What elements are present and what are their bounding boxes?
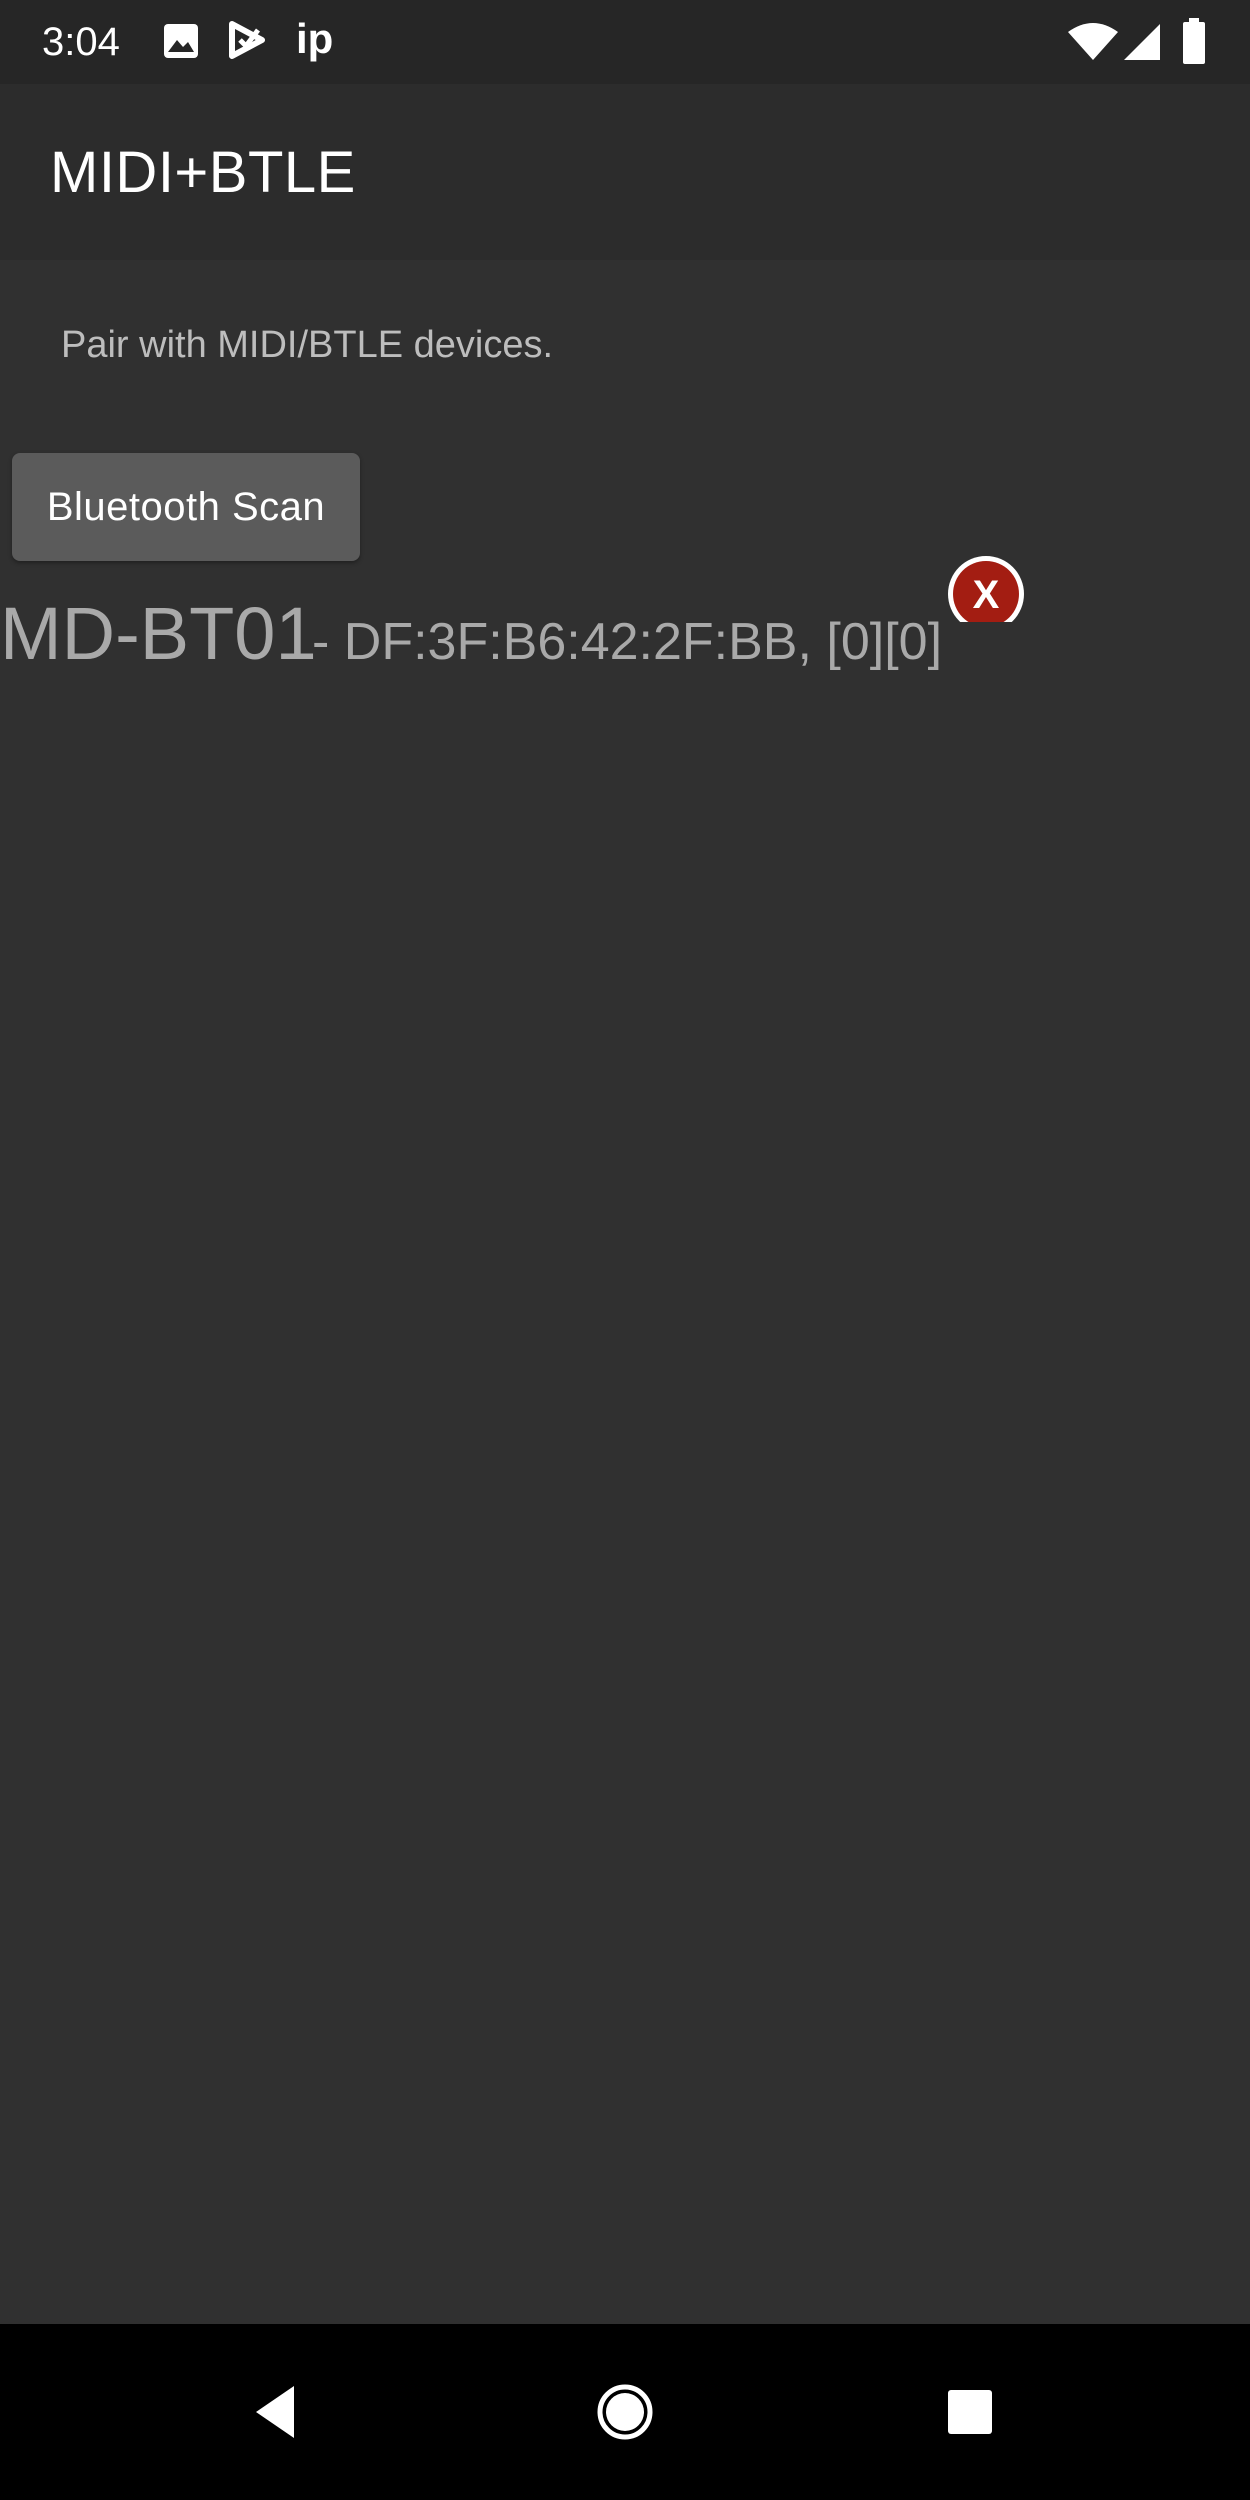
play-store-icon (228, 20, 268, 65)
home-icon (597, 2384, 653, 2440)
device-list-item[interactable]: MD-BT01 - DF:3F:B6:42:2F:BB, [0][0] (0, 582, 1250, 692)
status-bar: 3:04 ip (0, 0, 1250, 84)
remove-icon-label: X (973, 573, 1000, 617)
remove-device-button[interactable]: X (946, 554, 1026, 634)
main-content: Pair with MIDI/BTLE devices. Bluetooth S… (0, 260, 1250, 2324)
device-detail: - DF:3F:B6:42:2F:BB, [0][0] (312, 613, 943, 671)
wifi-icon (1068, 22, 1118, 67)
device-name: MD-BT01 (0, 592, 317, 675)
bluetooth-scan-button[interactable]: Bluetooth Scan (12, 453, 360, 561)
home-button[interactable] (585, 2372, 665, 2452)
recents-icon (948, 2390, 992, 2434)
ip-icon: ip (296, 15, 334, 62)
navigation-bar (0, 2324, 1250, 2500)
battery-icon (1182, 18, 1206, 69)
status-time: 3:04 (42, 20, 120, 64)
signal-icon (1122, 22, 1162, 67)
app-title: MIDI+BTLE (50, 140, 356, 205)
description-text: Pair with MIDI/BTLE devices. (61, 324, 554, 366)
app-bar: MIDI+BTLE (0, 84, 1250, 260)
back-icon (256, 2386, 294, 2438)
back-button[interactable] (236, 2372, 316, 2452)
image-icon (162, 22, 200, 65)
recents-button[interactable] (930, 2372, 1010, 2452)
close-icon: X (948, 556, 1024, 622)
